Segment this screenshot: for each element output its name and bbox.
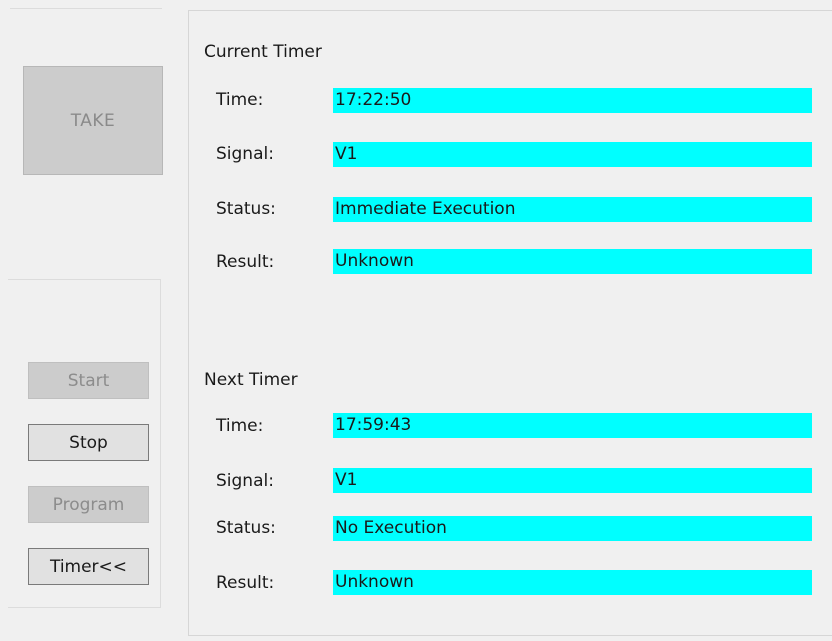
next-timer-title: Next Timer <box>204 370 298 390</box>
take-button-label: TAKE <box>70 110 116 131</box>
current-signal-label: Signal: <box>216 144 274 164</box>
next-time-value: 17:59:43 <box>333 413 812 438</box>
current-result-value: Unknown <box>333 249 812 274</box>
start-button-label: Start <box>67 370 110 391</box>
next-signal-value: V1 <box>333 468 812 493</box>
program-button-label: Program <box>52 494 125 515</box>
next-signal-label: Signal: <box>216 471 274 491</box>
next-time-label: Time: <box>216 416 264 436</box>
left-top-panel-edge <box>10 0 162 9</box>
next-result-label: Result: <box>216 573 275 593</box>
next-status-label: Status: <box>216 518 276 538</box>
current-time-label: Time: <box>216 90 264 110</box>
stop-button-label: Stop <box>69 432 108 453</box>
timer-toggle-button[interactable]: Timer<< <box>28 548 149 585</box>
start-button[interactable]: Start <box>28 362 149 399</box>
next-status-value: No Execution <box>333 516 812 541</box>
timer-toggle-button-label: Timer<< <box>49 556 128 577</box>
program-button[interactable]: Program <box>28 486 149 523</box>
current-result-label: Result: <box>216 252 275 272</box>
next-result-value: Unknown <box>333 570 812 595</box>
current-status-label: Status: <box>216 199 276 219</box>
current-time-value: 17:22:50 <box>333 88 812 113</box>
take-button[interactable]: TAKE <box>23 66 163 175</box>
current-signal-value: V1 <box>333 142 812 167</box>
current-status-value: Immediate Execution <box>333 197 812 222</box>
current-timer-title: Current Timer <box>204 42 322 62</box>
stop-button[interactable]: Stop <box>28 424 149 461</box>
